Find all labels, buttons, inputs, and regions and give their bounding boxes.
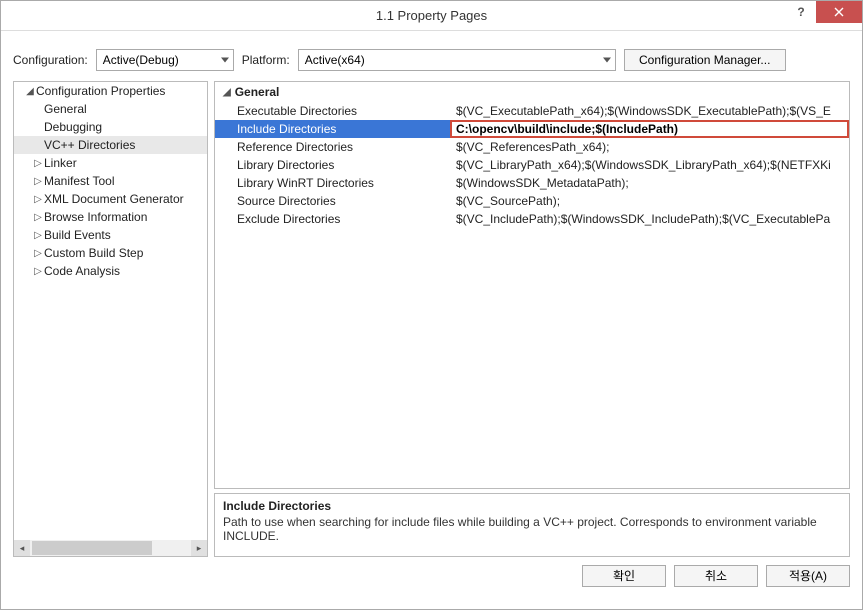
tree-item-label: Linker <box>44 156 77 170</box>
property-value: $(VC_ReferencesPath_x64); <box>450 140 849 154</box>
tree-item-label: Code Analysis <box>44 264 120 278</box>
group-header[interactable]: ◢ General <box>215 82 849 102</box>
triangle-right-icon: ▷ <box>32 230 44 241</box>
property-name: Reference Directories <box>215 140 450 154</box>
property-tree[interactable]: ◢Configuration Properties General Debuggi… <box>13 81 208 557</box>
property-grid[interactable]: ◢ General Executable Directories$(VC_Exe… <box>214 81 850 489</box>
property-value: $(WindowsSDK_MetadataPath); <box>450 176 849 190</box>
tree-root[interactable]: ◢Configuration Properties <box>14 82 207 100</box>
tree-item-label: General <box>44 102 87 116</box>
chevron-down-icon <box>603 58 611 63</box>
tree-item[interactable]: ▷Manifest Tool <box>14 172 207 190</box>
tree-item-label: Custom Build Step <box>44 246 143 260</box>
triangle-right-icon: ▷ <box>32 158 44 169</box>
description-title: Include Directories <box>223 499 841 513</box>
tree-item[interactable]: Debugging <box>14 118 207 136</box>
property-row[interactable]: Exclude Directories$(VC_IncludePath);$(W… <box>215 210 849 228</box>
property-name: Library Directories <box>215 158 450 172</box>
tree-item-label: Browse Information <box>44 210 147 224</box>
triangle-right-icon: ▷ <box>32 212 44 223</box>
tree-item[interactable]: ▷XML Document Generator <box>14 190 207 208</box>
scroll-left-button[interactable]: ◂ <box>14 540 30 556</box>
tree-item-label: VC++ Directories <box>44 138 135 152</box>
chevron-down-icon <box>221 58 229 63</box>
tree-item-label: Manifest Tool <box>44 174 114 188</box>
description-body: Path to use when searching for include f… <box>223 515 841 543</box>
tree-item-label: Build Events <box>44 228 111 242</box>
scroll-right-button[interactable]: ▸ <box>191 540 207 556</box>
platform-select[interactable]: Active(x64) <box>298 49 616 71</box>
triangle-right-icon: ▷ <box>32 194 44 205</box>
property-value[interactable]: C:\opencv\build\include;$(IncludePath) <box>450 120 849 138</box>
triangle-down-icon: ◢ <box>24 86 36 97</box>
tree-horizontal-scrollbar[interactable]: ◂ ▸ <box>14 540 207 556</box>
tree-item[interactable]: VC++ Directories <box>14 136 207 154</box>
tree-item[interactable]: General <box>14 100 207 118</box>
property-value: $(VC_LibraryPath_x64);$(WindowsSDK_Libra… <box>450 158 849 172</box>
property-row[interactable]: Reference Directories$(VC_ReferencesPath… <box>215 138 849 156</box>
triangle-down-icon: ◢ <box>223 87 231 98</box>
configuration-manager-button[interactable]: Configuration Manager... <box>624 49 786 71</box>
property-row[interactable]: Executable Directories$(VC_ExecutablePat… <box>215 102 849 120</box>
property-name: Include Directories <box>215 122 450 136</box>
titlebar: 1.1 Property Pages ? <box>1 1 862 31</box>
close-icon <box>834 7 844 17</box>
property-row[interactable]: Library WinRT Directories$(WindowsSDK_Me… <box>215 174 849 192</box>
property-row[interactable]: Library Directories$(VC_LibraryPath_x64)… <box>215 156 849 174</box>
property-row[interactable]: Include DirectoriesC:\opencv\build\inclu… <box>215 120 849 138</box>
tree-item-label: XML Document Generator <box>44 192 184 206</box>
platform-label: Platform: <box>242 53 290 67</box>
configuration-label: Configuration: <box>13 53 88 67</box>
help-button[interactable]: ? <box>786 1 816 23</box>
tree-item[interactable]: ▷Linker <box>14 154 207 172</box>
property-value: $(VC_ExecutablePath_x64);$(WindowsSDK_Ex… <box>450 104 849 118</box>
tree-item[interactable]: ▷Build Events <box>14 226 207 244</box>
platform-value: Active(x64) <box>305 53 365 67</box>
property-value: $(VC_IncludePath);$(WindowsSDK_IncludePa… <box>450 212 849 226</box>
ok-button[interactable]: 확인 <box>582 565 666 587</box>
triangle-right-icon: ▷ <box>32 266 44 277</box>
dialog-buttons: 확인 취소 적용(A) <box>1 557 862 595</box>
property-name: Library WinRT Directories <box>215 176 450 190</box>
cancel-button[interactable]: 취소 <box>674 565 758 587</box>
triangle-right-icon: ▷ <box>32 176 44 187</box>
tree-item[interactable]: ▷Custom Build Step <box>14 244 207 262</box>
config-bar: Configuration: Active(Debug) Platform: A… <box>1 31 862 81</box>
close-button[interactable] <box>816 1 862 23</box>
scroll-track[interactable] <box>30 540 191 556</box>
scroll-thumb[interactable] <box>32 541 152 555</box>
tree-item[interactable]: ▷Code Analysis <box>14 262 207 280</box>
tree-item-label: Debugging <box>44 120 102 134</box>
property-row[interactable]: Source Directories$(VC_SourcePath); <box>215 192 849 210</box>
tree-item[interactable]: ▷Browse Information <box>14 208 207 226</box>
configuration-select[interactable]: Active(Debug) <box>96 49 234 71</box>
configuration-value: Active(Debug) <box>103 53 179 67</box>
property-value: $(VC_SourcePath); <box>450 194 849 208</box>
description-panel: Include Directories Path to use when sea… <box>214 493 850 557</box>
triangle-right-icon: ▷ <box>32 248 44 259</box>
window-title: 1.1 Property Pages <box>376 8 487 23</box>
apply-button[interactable]: 적용(A) <box>766 565 850 587</box>
group-title: General <box>235 85 280 99</box>
property-name: Exclude Directories <box>215 212 450 226</box>
property-name: Source Directories <box>215 194 450 208</box>
property-name: Executable Directories <box>215 104 450 118</box>
